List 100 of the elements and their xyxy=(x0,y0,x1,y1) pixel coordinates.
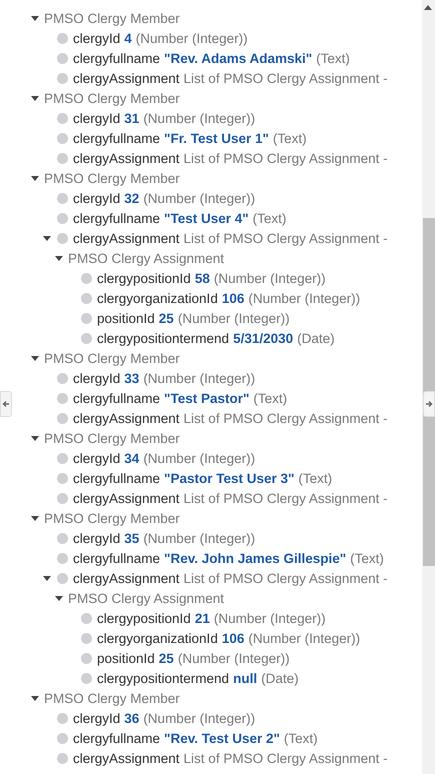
group-label[interactable]: PMSO Clergy Assignment xyxy=(68,590,224,606)
field-value: 25 xyxy=(158,310,174,326)
bullet-icon xyxy=(57,452,68,464)
field-name: clergyAssignment xyxy=(73,70,180,86)
caret-icon[interactable] xyxy=(43,576,51,580)
group-label[interactable]: PMSO Clergy Member xyxy=(44,10,180,26)
caret-icon[interactable] xyxy=(31,696,39,700)
field-name: clergyAssignment xyxy=(73,490,180,506)
bullet-icon xyxy=(57,712,68,724)
scroll-right-button[interactable] xyxy=(423,391,435,417)
group-label[interactable]: PMSO Clergy Member xyxy=(44,690,180,706)
group-label[interactable]: PMSO Clergy Member xyxy=(44,430,180,446)
field-name: clergyfullname xyxy=(73,50,160,66)
group-label[interactable]: PMSO Clergy Member xyxy=(44,90,180,106)
field-name: clergyAssignment xyxy=(73,230,180,246)
caret-icon[interactable] xyxy=(55,256,63,260)
field-type: (Number (Integer)) xyxy=(136,30,248,46)
field-type: (Date) xyxy=(297,330,335,346)
field-value: "Test User 4" xyxy=(164,210,249,226)
field-name: clergyfullname xyxy=(73,550,160,566)
bullet-icon xyxy=(57,112,68,124)
field-name: clergyAssignment xyxy=(73,570,180,586)
bullet-icon xyxy=(81,332,92,344)
field-name: clergyfullname xyxy=(73,390,160,406)
field-name: clergyAssignment xyxy=(73,750,180,766)
bullet-icon xyxy=(57,372,68,384)
field-type: List of PMSO Clergy Assignment - xyxy=(184,750,388,766)
bullet-icon xyxy=(81,272,92,284)
bullet-icon xyxy=(57,152,68,164)
field-value: 106 xyxy=(222,630,244,646)
bullet-icon xyxy=(57,132,68,144)
bullet-icon xyxy=(57,532,68,544)
field-type: List of PMSO Clergy Assignment - xyxy=(184,410,388,426)
field-name: clergypositiontermend xyxy=(97,330,230,346)
scroll-left-button[interactable] xyxy=(0,391,12,417)
group-label[interactable]: PMSO Clergy Member xyxy=(44,350,180,366)
bullet-icon xyxy=(57,752,68,764)
field-type: (Text) xyxy=(272,130,307,146)
bullet-icon xyxy=(57,412,68,424)
bullet-icon xyxy=(57,492,68,504)
bullet-icon xyxy=(81,672,92,684)
field-type: (Text) xyxy=(252,210,286,226)
field-type: (Text) xyxy=(253,390,288,406)
field-name: clergypositionId xyxy=(97,610,191,626)
field-name: clergyfullname xyxy=(73,730,160,746)
caret-icon[interactable] xyxy=(31,436,39,440)
field-type: (Number (Integer)) xyxy=(214,610,326,626)
group-label[interactable]: PMSO Clergy Assignment xyxy=(68,250,224,266)
caret-icon[interactable] xyxy=(31,516,39,520)
field-type: (Number (Integer)) xyxy=(143,190,256,206)
field-value: null xyxy=(233,670,258,686)
bullet-icon xyxy=(57,572,68,584)
field-value: 25 xyxy=(158,650,174,666)
field-type: List of PMSO Clergy Assignment - xyxy=(184,570,388,586)
field-value: "Pastor Test User 3" xyxy=(164,470,294,486)
bullet-icon xyxy=(57,52,68,64)
field-type: (Number (Integer)) xyxy=(143,110,256,126)
field-value: 33 xyxy=(124,370,140,386)
field-type: (Number (Integer)) xyxy=(143,530,256,546)
scrollbar[interactable] xyxy=(422,0,435,774)
field-name: clergyorganizationId xyxy=(97,630,218,646)
bullet-icon xyxy=(57,32,68,44)
right-arrow-icon xyxy=(425,400,433,408)
field-value: "Rev. Test User 2" xyxy=(164,730,280,746)
field-type: (Number (Integer)) xyxy=(178,310,290,326)
field-name: clergyAssignment xyxy=(73,410,180,426)
field-value: 32 xyxy=(124,190,140,206)
bullet-icon xyxy=(57,392,68,404)
scrollbar-thumb[interactable] xyxy=(423,218,435,566)
field-type: (Number (Integer)) xyxy=(248,630,360,646)
caret-icon[interactable] xyxy=(31,96,39,100)
field-type: (Number (Integer)) xyxy=(143,450,256,466)
caret-icon[interactable] xyxy=(55,596,63,600)
field-name: clergyfullname xyxy=(73,130,160,146)
field-value: 4 xyxy=(124,30,132,46)
field-value: 5/31/2030 xyxy=(233,330,294,346)
field-type: List of PMSO Clergy Assignment - xyxy=(184,150,388,166)
field-type: (Number (Integer)) xyxy=(248,290,360,306)
bullet-icon xyxy=(81,632,92,644)
caret-icon[interactable] xyxy=(31,16,39,20)
caret-icon[interactable] xyxy=(31,356,39,360)
field-name: positionId xyxy=(97,650,155,666)
caret-icon[interactable] xyxy=(43,236,51,240)
field-name: clergyId xyxy=(73,370,120,386)
left-arrow-icon xyxy=(2,400,10,408)
field-type: (Text) xyxy=(298,470,332,486)
field-name: clergyId xyxy=(73,30,120,46)
field-value: "Fr. Test User 1" xyxy=(164,130,269,146)
bullet-icon xyxy=(57,472,68,484)
group-label[interactable]: PMSO Clergy Member xyxy=(44,510,180,526)
field-type: List of PMSO Clergy Assignment - xyxy=(184,70,388,86)
caret-icon[interactable] xyxy=(31,176,39,180)
field-value: "Rev. John James Gillespie" xyxy=(164,550,346,566)
group-label[interactable]: PMSO Clergy Member xyxy=(44,170,180,186)
bullet-icon xyxy=(81,612,92,624)
field-type: List of PMSO Clergy Assignment - xyxy=(184,490,388,506)
field-type: (Number (Integer)) xyxy=(143,370,256,386)
field-value: 34 xyxy=(124,450,140,466)
field-name: clergyId xyxy=(73,710,120,726)
scroll-up-icon[interactable] xyxy=(424,5,432,10)
